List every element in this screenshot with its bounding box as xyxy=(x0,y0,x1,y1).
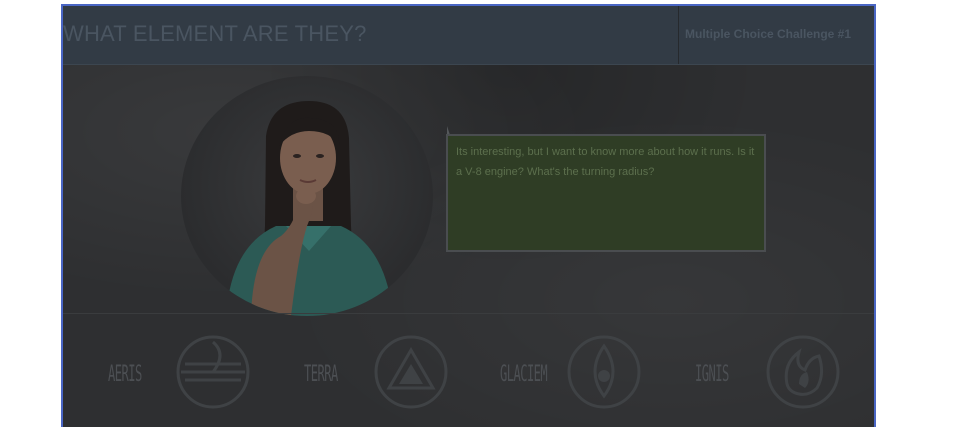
answer-divider xyxy=(63,313,874,314)
header-bar: WHAT ELEMENT ARE THEY? Multiple Choice C… xyxy=(63,6,874,65)
answer-label: IGNIS xyxy=(695,362,729,387)
answer-terra-button[interactable]: TERRA xyxy=(301,334,461,414)
speech-bubble: Its interesting, but I want to know more… xyxy=(446,134,766,252)
water-symbol-icon xyxy=(567,335,641,409)
answer-label: TERRA xyxy=(304,362,338,387)
answer-aeris-button[interactable]: AERIS xyxy=(103,334,263,414)
header-divider xyxy=(678,6,679,64)
character-portrait xyxy=(181,76,433,316)
challenge-label: Multiple Choice Challenge #1 xyxy=(685,27,852,41)
earth-symbol-icon xyxy=(374,335,448,409)
answer-glaciem-button[interactable]: GLACIEM xyxy=(498,334,668,414)
page-title: WHAT ELEMENT ARE THEY? xyxy=(63,21,367,46)
fire-symbol-icon xyxy=(766,335,840,409)
game-stage: WHAT ELEMENT ARE THEY? Multiple Choice C… xyxy=(61,4,876,427)
answer-ignis-button[interactable]: IGNIS xyxy=(693,334,863,414)
dialogue-text: Its interesting, but I want to know more… xyxy=(456,146,755,178)
air-symbol-icon xyxy=(176,335,250,409)
answer-label: AERIS xyxy=(108,362,142,387)
answer-label: GLACIEM xyxy=(500,362,548,387)
